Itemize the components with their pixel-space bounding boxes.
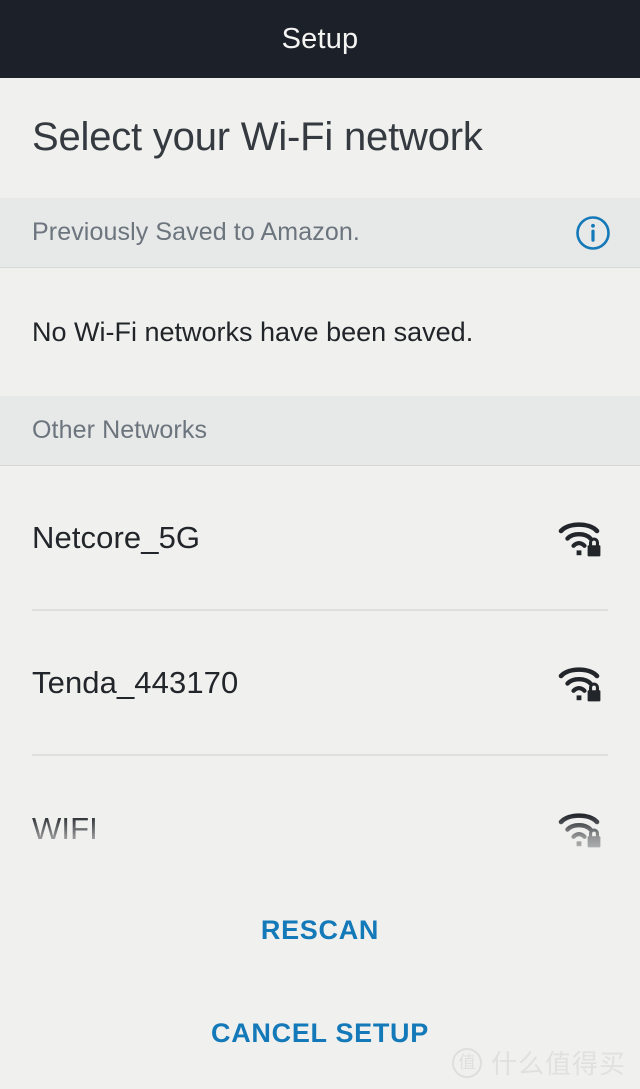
setup-screen: Setup Select your Wi-Fi network Previous… <box>0 0 640 1089</box>
network-list: Netcore_5G Tenda_443170 WIFI <box>0 466 640 901</box>
rescan-button[interactable]: RESCAN <box>239 901 401 960</box>
lock-glyph <box>587 537 601 556</box>
app-title: Setup <box>281 22 359 55</box>
section-label-saved: Previously Saved to Amazon. <box>32 218 360 246</box>
saved-networks-empty-state: No Wi-Fi networks have been saved. <box>0 268 640 396</box>
wifi-secured-icon <box>556 661 608 705</box>
cancel-setup-button[interactable]: CANCEL SETUP <box>189 1004 451 1063</box>
network-list-item[interactable]: Netcore_5G <box>32 466 608 611</box>
title-bar: Setup <box>0 0 640 78</box>
wifi-secured-icon <box>556 516 608 560</box>
wifi-secured-icon <box>556 807 608 851</box>
info-circle-icon[interactable] <box>572 212 614 254</box>
network-ssid: WIFI <box>32 810 98 846</box>
lock-glyph <box>587 828 601 847</box>
lock-glyph <box>587 682 601 701</box>
footer-actions: RESCAN CANCEL SETUP <box>0 901 640 1089</box>
empty-state-message: No Wi-Fi networks have been saved. <box>32 316 474 347</box>
section-header-other: Other Networks <box>0 396 640 466</box>
section-label-other: Other Networks <box>32 416 208 444</box>
network-list-item[interactable]: Tenda_443170 <box>32 611 608 756</box>
page-title: Select your Wi-Fi network <box>32 115 483 159</box>
page-heading: Select your Wi-Fi network <box>0 78 640 198</box>
network-ssid: Tenda_443170 <box>32 664 239 700</box>
network-list-item[interactable]: WIFI <box>32 756 608 901</box>
network-ssid: Netcore_5G <box>32 519 201 555</box>
section-header-saved: Previously Saved to Amazon. <box>0 198 640 268</box>
network-list-container[interactable]: Netcore_5G Tenda_443170 WIFI <box>0 466 640 901</box>
